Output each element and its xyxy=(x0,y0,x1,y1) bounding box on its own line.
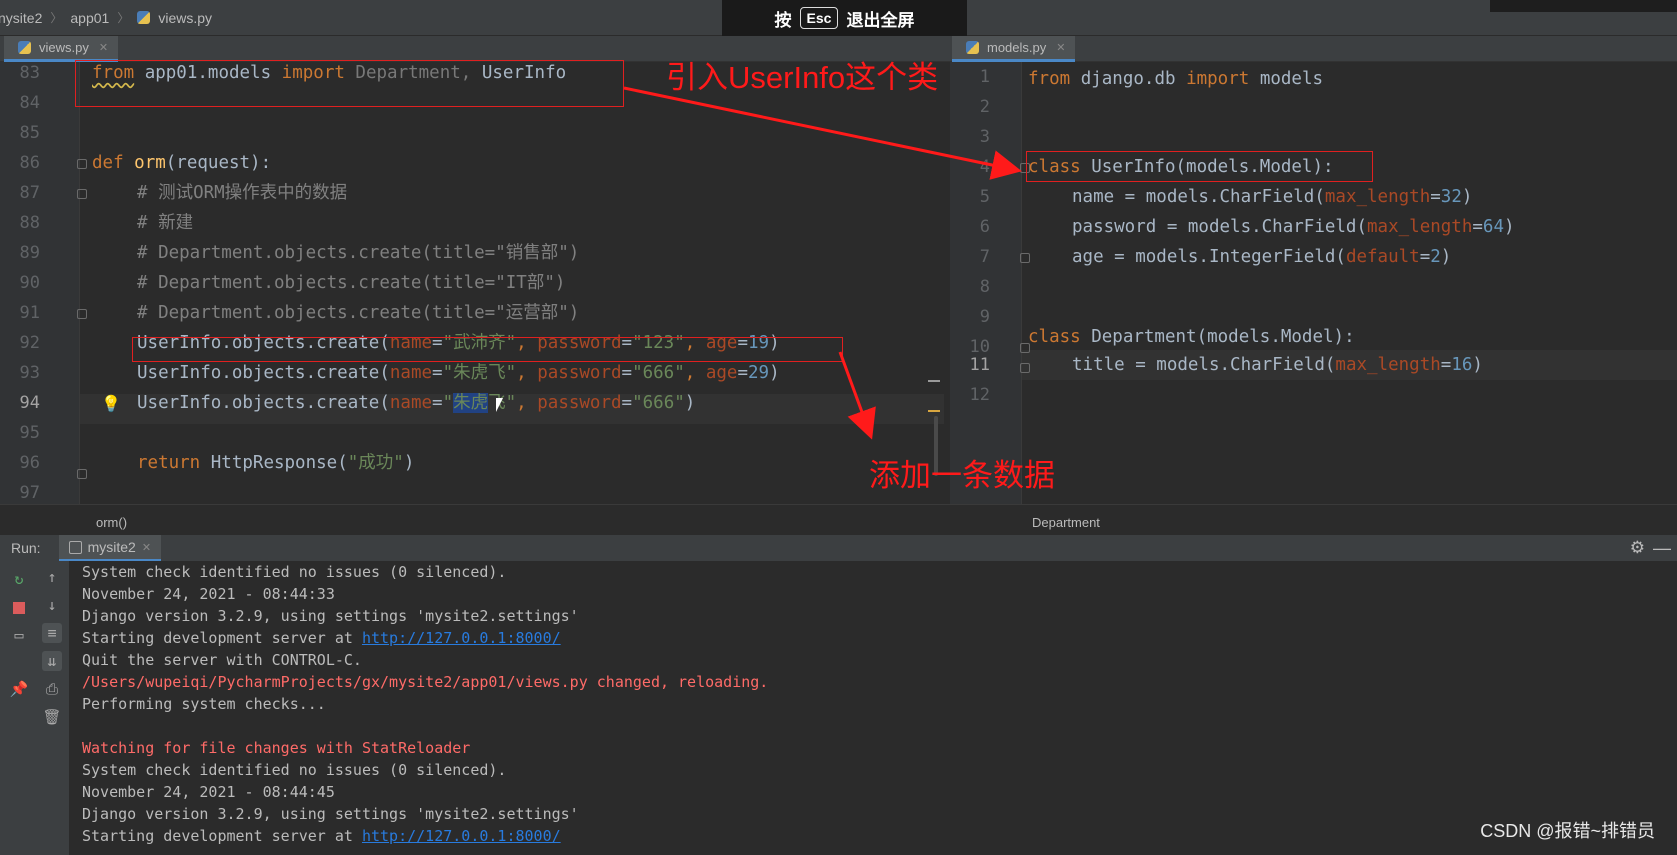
editor-status-bar: orm() Department xyxy=(0,504,1677,530)
console-line-error: /Users/wupeiqi/PycharmProjects/gx/mysite… xyxy=(82,673,769,691)
console-line-error: Watching for file changes with StatReloa… xyxy=(82,739,471,757)
arrow-to-add-note xyxy=(838,351,876,440)
django-config-icon xyxy=(68,540,82,554)
console-text: Starting development server at xyxy=(82,827,362,845)
right-scope-indicator[interactable]: Department xyxy=(1032,515,1100,530)
pin-icon[interactable]: 📌 xyxy=(9,679,29,699)
left-scope-indicator[interactable]: orm() xyxy=(96,515,127,530)
arrow-to-class xyxy=(623,86,1022,180)
trash-icon[interactable]: 🗑 xyxy=(42,707,62,727)
watermark: CSDN @报错~排错员 xyxy=(1480,821,1655,841)
server-url-link[interactable]: http://127.0.0.1:8000/ xyxy=(362,629,561,647)
console-line: Performing system checks... xyxy=(82,695,326,713)
gear-icon[interactable]: ⚙ xyxy=(1630,538,1645,558)
run-panel-header: Run: mysite2 ✕ ⚙ — xyxy=(0,535,1677,561)
console-line: System check identified no issues (0 sil… xyxy=(82,563,507,581)
console-line: November 24, 2021 - 08:44:33 xyxy=(82,585,335,603)
soft-wrap-icon[interactable]: ≡ xyxy=(42,623,62,643)
console-line: Django version 3.2.9, using settings 'my… xyxy=(82,607,579,625)
run-console[interactable]: System check identified no issues (0 sil… xyxy=(70,561,1677,855)
console-line: November 24, 2021 - 08:44:45 xyxy=(82,783,335,801)
rerun-icon[interactable]: ↻ xyxy=(9,569,29,589)
arrow-down-icon[interactable]: ↓ xyxy=(42,595,62,615)
arrow-up-icon[interactable]: ↑ xyxy=(42,567,62,587)
console-line: Starting development server at http://12… xyxy=(82,825,561,847)
minimize-icon[interactable]: — xyxy=(1653,538,1671,559)
print-icon[interactable]: ⎙ xyxy=(42,679,62,699)
console-line: Quit the server with CONTROL-C. xyxy=(82,651,362,669)
console-line: System check identified no issues (0 sil… xyxy=(82,761,507,779)
scroll-to-end-icon[interactable]: ⇊ xyxy=(42,651,62,671)
console-line: Starting development server at http://12… xyxy=(82,627,561,649)
run-config-label: mysite2 xyxy=(87,539,136,555)
console-line: Django version 3.2.9, using settings 'my… xyxy=(82,805,579,823)
run-toolbar: ↻ ↑ ↓ ▭ ≡ ⇊ 📌 ⎙ 🗑 xyxy=(0,561,70,855)
stop-icon[interactable] xyxy=(9,597,29,617)
run-tab-mysite2[interactable]: mysite2 ✕ xyxy=(58,535,162,561)
server-url-link[interactable]: http://127.0.0.1:8000/ xyxy=(362,827,561,845)
close-icon[interactable]: ✕ xyxy=(142,541,151,554)
layout-icon[interactable]: ▭ xyxy=(9,625,29,645)
console-text: Starting development server at xyxy=(82,629,362,647)
run-label: Run: xyxy=(11,540,41,556)
